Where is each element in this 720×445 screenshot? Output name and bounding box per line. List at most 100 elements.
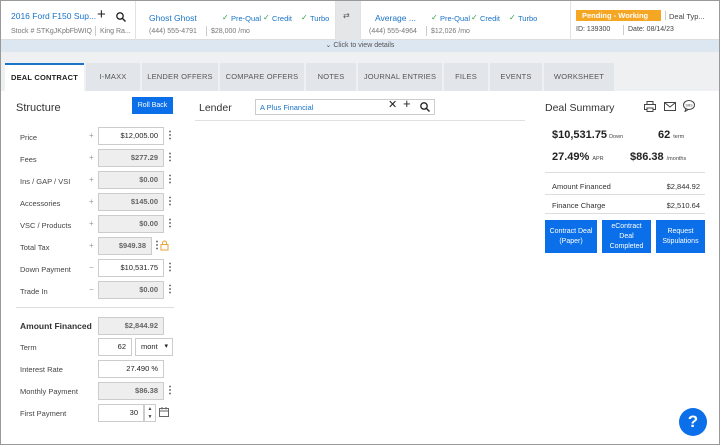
buyer-name[interactable]: Ghost Ghost <box>149 13 197 23</box>
swap-icon: ⇄ <box>343 11 350 20</box>
vehicle-title[interactable]: 2016 Ford F150 Sup... <box>11 11 96 21</box>
tab-files[interactable]: FILES <box>444 63 488 91</box>
deal-type[interactable]: Deal Typ... <box>669 12 705 21</box>
stepper-down-icon[interactable]: ▼ <box>145 413 155 421</box>
summary-amount-financed-label: Amount Financed <box>552 182 611 191</box>
cobuyer-phone: (444) 555-4964 <box>369 28 417 35</box>
trade-in-label: Trade In <box>20 287 48 296</box>
summary-apr: 27.49% APR <box>552 151 604 163</box>
plus-icon: + <box>89 197 94 206</box>
stepper-up-icon[interactable]: ▲ <box>145 405 155 413</box>
tab-i-maxx[interactable]: I-MAXX <box>86 63 140 91</box>
divider <box>623 25 624 35</box>
search-icon[interactable] <box>420 102 430 112</box>
divider <box>665 11 666 20</box>
swap-buyers-button[interactable]: ⇄ <box>336 1 361 40</box>
more-options-icon[interactable]: ⋮ <box>152 237 162 255</box>
first-payment-input[interactable]: 30 <box>98 404 144 422</box>
deal-header: 2016 Ford F150 Sup... Stock # STKgJKpbFb… <box>1 1 719 40</box>
buyer-amount: $28,000 /mo <box>211 28 250 35</box>
summary-term: 62 term <box>658 129 685 141</box>
lender-title: Lender <box>199 102 232 114</box>
divider <box>195 120 525 121</box>
structure-title: Structure <box>16 102 61 114</box>
more-options-icon[interactable]: ⋮ <box>165 259 175 277</box>
cobuyer-prequal[interactable]: Pre-Qual <box>440 14 470 23</box>
divider <box>16 307 174 308</box>
divider <box>545 172 705 173</box>
lender-panel: Lender A Plus Financial ✕ + <box>187 92 533 439</box>
trade-in-value: $0.00 <box>98 281 164 299</box>
sms-icon[interactable]: SMS <box>683 100 695 112</box>
help-button[interactable]: ? <box>679 408 707 436</box>
interest-rate-input[interactable]: 27.490 % <box>98 360 164 378</box>
buyer-credit[interactable]: Credit <box>272 14 292 23</box>
summary-down: $10,531.75 Down <box>552 129 624 141</box>
more-options-icon[interactable]: ⋮ <box>165 193 175 211</box>
tab-events[interactable]: EVENTS <box>490 63 542 91</box>
add-icon[interactable]: + <box>403 96 411 111</box>
more-options-icon[interactable]: ⋮ <box>165 171 175 189</box>
tab-worksheet[interactable]: WORKSHEET <box>544 63 614 91</box>
check-icon: ✓ <box>301 13 308 22</box>
more-options-icon[interactable]: ⋮ <box>165 149 175 167</box>
first-payment-label: First Payment <box>20 409 67 418</box>
contract-deal-paper-button[interactable]: Contract Deal (Paper) <box>545 220 597 253</box>
interest-rate-label: Interest Rate <box>20 365 63 374</box>
buyer-prequal[interactable]: Pre-Qual <box>231 14 261 23</box>
buyer-card: Ghost Ghost (444) 555-4791 $28,000 /mo ✓… <box>136 1 336 40</box>
more-options-icon[interactable]: ⋮ <box>165 215 175 233</box>
tab-bar: DEAL CONTRACT I-MAXX LENDER OFFERS COMPA… <box>1 52 719 91</box>
buyer-turbo[interactable]: Turbo <box>310 14 329 23</box>
stepper-control[interactable]: ▲ ▼ <box>144 404 156 422</box>
add-icon[interactable]: + <box>97 6 106 23</box>
tab-notes[interactable]: NOTES <box>306 63 356 91</box>
clear-icon[interactable]: ✕ <box>388 98 397 111</box>
tab-lender-offers[interactable]: LENDER OFFERS <box>142 63 218 91</box>
status-badge: Pending - Working Lead <box>576 10 661 31</box>
more-options-icon[interactable]: ⋮ <box>165 127 175 145</box>
deal-id: ID: 139300 <box>576 26 611 33</box>
lock-icon[interactable] <box>160 240 169 251</box>
cobuyer-name[interactable]: Average ... <box>375 13 416 23</box>
caret-down-icon: ▾ <box>164 343 168 350</box>
cobuyer-turbo[interactable]: Turbo <box>518 14 537 23</box>
summary-monthly: $86.38/months <box>630 151 687 163</box>
request-stipulations-button[interactable]: Request Stipulations <box>656 220 705 253</box>
vsc-products-label: VSC / Products <box>20 221 72 230</box>
plus-icon: + <box>89 175 94 184</box>
accessories-value: $145.00 <box>98 193 164 211</box>
vsc-products-value: $0.00 <box>98 215 164 233</box>
print-icon[interactable] <box>644 101 656 112</box>
search-icon[interactable] <box>116 12 126 22</box>
roll-back-button[interactable]: Roll Back <box>132 97 173 114</box>
calendar-icon[interactable] <box>159 407 169 417</box>
term-input[interactable]: 62 <box>98 338 132 356</box>
term-unit-select[interactable]: mont ▾ <box>135 338 173 356</box>
view-details-bar[interactable]: ⌄ Click to view details <box>1 40 719 52</box>
plus-icon: + <box>89 241 94 250</box>
cobuyer-credit[interactable]: Credit <box>480 14 500 23</box>
cobuyer-amount: $12,026 /mo <box>431 28 470 35</box>
econtract-deal-button[interactable]: eContract Deal Completed <box>602 220 651 253</box>
ins-gap-vsi-label: Ins / GAP / VSI <box>20 177 71 186</box>
tab-journal-entries[interactable]: JOURNAL ENTRIES <box>358 63 442 91</box>
more-options-icon[interactable]: ⋮ <box>165 281 175 299</box>
check-icon: ✓ <box>509 13 516 22</box>
monthly-payment-label: Monthly Payment <box>20 387 78 396</box>
buyer-phone: (444) 555-4791 <box>149 28 197 35</box>
svg-text:SMS: SMS <box>686 103 693 107</box>
summary-title: Deal Summary <box>545 102 615 114</box>
plus-icon: + <box>89 219 94 228</box>
tab-deal-contract[interactable]: DEAL CONTRACT <box>5 63 84 91</box>
fees-value: $277.29 <box>98 149 164 167</box>
check-icon: ✓ <box>263 13 270 22</box>
email-icon[interactable] <box>664 102 676 111</box>
more-options-icon[interactable]: ⋮ <box>165 382 175 400</box>
minus-icon: − <box>89 263 94 272</box>
tab-compare-offers[interactable]: COMPARE OFFERS <box>220 63 304 91</box>
price-input[interactable]: $12,005.00 <box>98 127 164 145</box>
down-payment-input[interactable]: $10,531.75 <box>98 259 164 277</box>
term-unit-value: mont <box>141 342 158 351</box>
plus-icon: + <box>89 153 94 162</box>
